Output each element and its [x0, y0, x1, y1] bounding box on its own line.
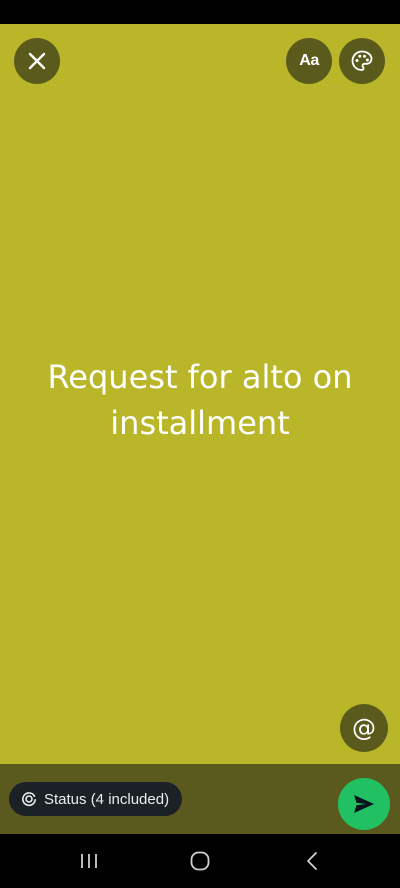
status-bar: [0, 0, 400, 24]
compose-bottom-bar: Status (4 included): [0, 764, 400, 834]
home-button[interactable]: [180, 846, 220, 876]
status-text[interactable]: Request for alto on installment: [20, 354, 380, 446]
font-style-button[interactable]: Aa: [286, 38, 332, 84]
back-icon: [307, 852, 317, 870]
send-button[interactable]: [338, 778, 390, 830]
status-audience-button[interactable]: Status (4 included): [9, 782, 183, 816]
mention-button[interactable]: @: [340, 704, 388, 752]
status-text-canvas[interactable]: Aa Request for alto on installment @: [0, 24, 400, 764]
close-icon: [28, 52, 46, 70]
send-icon: [354, 795, 374, 813]
recents-icon: [81, 854, 97, 868]
back-button[interactable]: [292, 846, 332, 876]
system-navigation-bar: [0, 834, 400, 888]
status-ring-icon: [20, 790, 38, 808]
palette-icon: [351, 50, 373, 71]
home-icon: [190, 851, 210, 871]
recents-button[interactable]: [69, 846, 109, 876]
background-color-button[interactable]: [339, 38, 385, 84]
status-audience-label: Status (4 included): [44, 790, 170, 808]
at-sign-icon: @: [352, 714, 376, 742]
screen: Aa Request for alto on installment @ Sta…: [0, 0, 400, 888]
font-icon: Aa: [299, 52, 319, 69]
close-button[interactable]: [14, 38, 60, 84]
